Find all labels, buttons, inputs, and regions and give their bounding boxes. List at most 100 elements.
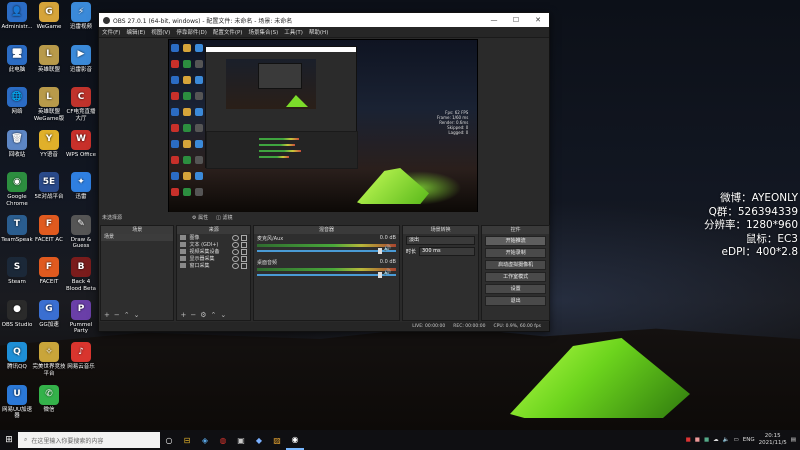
taskbar-clock[interactable]: 20:15 2021/11/5 [759, 433, 787, 447]
desktop-icon[interactable]: C CF电竞直播大厅 [64, 87, 98, 122]
visibility-eye-icon[interactable] [231, 255, 239, 262]
control-button[interactable]: 开始录制 [485, 248, 546, 258]
desktop-icon[interactable]: ♪ 网易云音乐 [64, 342, 98, 371]
source-item[interactable]: 显示器采集 [177, 255, 249, 262]
desktop-icon[interactable]: 🗑 回收站 [0, 129, 34, 159]
taskbar-search-box[interactable]: ⌕ 在这里输入你要搜索的内容 [18, 432, 160, 448]
obs-menu-item[interactable]: 文件(F) [102, 28, 120, 36]
visibility-eye-icon[interactable] [231, 262, 239, 269]
obs-menu-item[interactable]: 场景集合(S) [248, 28, 278, 36]
desktop-icon[interactable]: 👤 Administr... [0, 2, 34, 31]
speaker-icon[interactable]: 🔊 [383, 245, 390, 252]
desktop-icon[interactable]: ✆ 微信 [32, 384, 66, 414]
desktop-icon[interactable]: Q 腾讯QQ [0, 342, 34, 371]
add-scene-icon[interactable]: + [104, 311, 110, 319]
transition-select[interactable]: 淡出 [405, 236, 476, 245]
obs-menu-item[interactable]: 编辑(E) [126, 28, 145, 36]
add-source-icon[interactable]: + [180, 311, 186, 319]
desktop-icon[interactable]: S Steam [0, 257, 34, 286]
desktop-icon[interactable]: ◉ Google Chrome [0, 172, 34, 207]
mixer-track[interactable]: 麦克风/Aux 0.0 dB 🔊 [254, 234, 399, 258]
source-settings-icon[interactable]: ⚙ [200, 311, 206, 319]
control-button[interactable]: 工作室模式 [485, 272, 546, 282]
volume-slider[interactable] [256, 272, 396, 278]
volume-icon[interactable]: 🔈 [723, 437, 730, 443]
desktop-icon[interactable]: P Pummel Party [64, 299, 98, 335]
control-button[interactable]: 设置 [485, 284, 546, 294]
desktop-icon[interactable]: ✎ Draw & Guess [64, 214, 98, 250]
desktop-icon[interactable]: ▶ 迅雷影音 [64, 44, 98, 74]
desktop-icon[interactable]: 🖥 此电脑 [0, 44, 34, 74]
filters-button[interactable]: ◫ 滤镜 [216, 214, 232, 221]
desktop-icon[interactable]: L 英雄联盟WeGame版 [32, 87, 66, 122]
control-button[interactable]: 开始推流 [485, 236, 546, 246]
move-up-icon[interactable]: ⌃ [211, 311, 217, 319]
remove-scene-icon[interactable]: − [114, 311, 120, 319]
move-down-icon[interactable]: ⌄ [134, 311, 140, 319]
visibility-eye-icon[interactable] [231, 234, 239, 241]
control-button[interactable]: 启动虚拟摄像机 [485, 260, 546, 270]
taskbar-app-icon[interactable]: ▨ [268, 430, 286, 450]
network-icon[interactable]: ▭ [734, 437, 739, 443]
tray-app-icon[interactable]: ■ [695, 437, 700, 443]
windows-start-icon[interactable]: ⊞ [0, 430, 18, 450]
desktop-icon[interactable]: U 网易UU加速器 [0, 384, 34, 420]
desktop-icon[interactable]: Y YY语音 [32, 129, 66, 159]
lock-icon[interactable] [240, 248, 247, 255]
taskbar-app-icon[interactable]: ⊟ [178, 430, 196, 450]
desktop-icon[interactable]: F FACEIT [32, 257, 66, 286]
tray-app-icon[interactable]: ■ [704, 437, 709, 443]
desktop-icon[interactable]: B Back 4 Blood Beta [64, 257, 98, 292]
taskbar-app-icon[interactable]: ▣ [232, 430, 250, 450]
desktop-icon[interactable]: ✦ 迅雷 [64, 172, 98, 201]
obs-menu-item[interactable]: 视图(V) [151, 28, 170, 36]
source-item[interactable]: 视频采集设备 [177, 248, 249, 255]
obs-menu-item[interactable]: 帮助(H) [309, 28, 328, 36]
taskbar-app-icon[interactable]: ◈ [196, 430, 214, 450]
lock-icon[interactable] [240, 234, 247, 241]
taskbar-app-icon[interactable]: ◆ [250, 430, 268, 450]
visibility-eye-icon[interactable] [231, 248, 239, 255]
move-up-icon[interactable]: ⌃ [124, 311, 130, 319]
lock-icon[interactable] [240, 255, 247, 262]
mixer-track[interactable]: 桌面音频 0.0 dB 🔊 [254, 258, 399, 282]
obs-titlebar[interactable]: OBS 27.0.1 (64-bit, windows) - 配置文件: 未命名… [99, 13, 549, 27]
desktop-icon[interactable]: ● OBS Studio [0, 299, 34, 329]
properties-button[interactable]: ⚙ 属性 [192, 214, 208, 221]
desktop-icon[interactable]: 5E 5E对战平台 [32, 172, 66, 201]
scene-item[interactable]: 场景 [101, 234, 174, 241]
desktop-icon[interactable]: G GG加速 [32, 299, 66, 329]
taskbar-app-icon[interactable]: ◍ [214, 430, 232, 450]
source-item[interactable]: 文本 (GDI+) [177, 241, 249, 248]
source-item[interactable]: 图像 [177, 234, 249, 241]
minimize-icon[interactable]: — [483, 13, 505, 27]
tray-app-icon[interactable]: ☁ [713, 437, 719, 443]
desktop-icon[interactable]: L 英雄联盟 [32, 44, 66, 74]
desktop-icon[interactable]: G WeGame [32, 2, 66, 31]
maximize-icon[interactable]: ☐ [505, 13, 527, 27]
remove-source-icon[interactable]: − [190, 311, 196, 319]
lock-icon[interactable] [240, 262, 247, 269]
desktop-icon[interactable]: 🌐 网络 [0, 87, 34, 116]
obs-menu-item[interactable]: 停靠部件(D) [176, 28, 207, 36]
desktop-icon[interactable]: ⚡ 迅雷视频 [64, 2, 98, 31]
taskbar-obs-icon[interactable]: ◉ [286, 430, 304, 450]
duration-input[interactable]: 300 ms [418, 247, 476, 256]
obs-preview[interactable]: Fps: 62 FPS Frame: 1/60 ms Render: 0.6ms Sk… [168, 39, 478, 213]
notification-icon[interactable]: ▤ [791, 437, 796, 443]
desktop-icon[interactable]: W WPS Office [64, 129, 98, 159]
move-down-icon[interactable]: ⌄ [220, 311, 226, 319]
lock-icon[interactable] [240, 241, 247, 248]
tray-app-icon[interactable]: ■ [686, 437, 691, 443]
obs-menu-item[interactable]: 配置文件(P) [213, 28, 243, 36]
desktop-icon[interactable]: F FACEIT AC [32, 214, 66, 244]
speaker-icon[interactable]: 🔊 [383, 269, 390, 276]
task-view-icon[interactable]: ○ [160, 430, 178, 450]
volume-slider[interactable] [256, 248, 396, 254]
obs-menu-item[interactable]: 工具(T) [284, 28, 303, 36]
desktop-icon[interactable]: T TeamSpeak [0, 214, 34, 244]
input-language[interactable]: ENG [743, 437, 755, 443]
desktop-icon[interactable]: ✧ 完美世界竞技平台 [32, 342, 66, 377]
source-item[interactable]: 窗口采集 [177, 262, 249, 269]
close-icon[interactable]: ✕ [527, 13, 549, 27]
